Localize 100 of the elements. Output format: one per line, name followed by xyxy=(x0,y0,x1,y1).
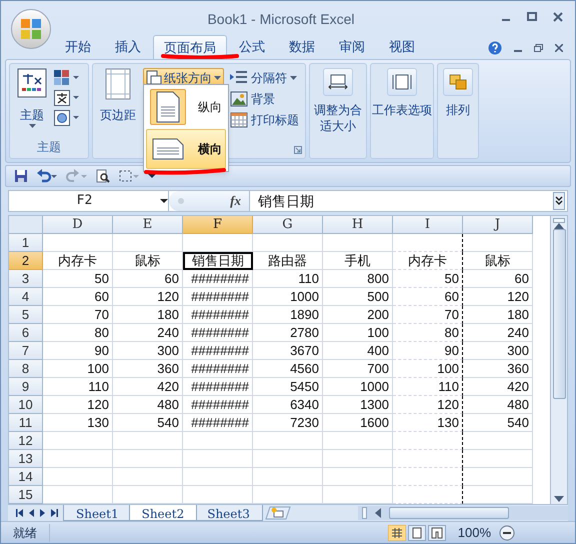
ribbon-tab[interactable]: 数据 xyxy=(277,35,327,59)
empty-cell xyxy=(323,234,393,252)
scroll-down-icon[interactable] xyxy=(554,496,564,502)
effects-icon[interactable] xyxy=(54,110,80,126)
window-title: Book1 - Microsoft Excel xyxy=(206,10,356,28)
row-header[interactable]: 8 xyxy=(9,360,43,378)
colors-icon[interactable] xyxy=(54,70,80,86)
row-header[interactable]: 13 xyxy=(9,450,43,468)
row-header[interactable]: 3 xyxy=(9,270,43,288)
page-break-view-icon[interactable] xyxy=(428,524,446,540)
table-cell: 540 xyxy=(113,414,183,432)
dropdown-icon[interactable] xyxy=(160,198,168,204)
row-header[interactable]: 6 xyxy=(9,324,43,342)
ribbon-button[interactable]: 背景 xyxy=(228,89,301,109)
ribbon-button[interactable]: 工作表选项 xyxy=(372,68,432,118)
table-cell: 70 xyxy=(43,306,113,324)
zoom-out-icon[interactable] xyxy=(499,524,515,540)
column-header[interactable]: F xyxy=(183,216,253,234)
row-header[interactable]: 10 xyxy=(9,396,43,414)
table-cell: 120 xyxy=(43,396,113,414)
ribbon-tab[interactable]: 插入 xyxy=(103,35,153,59)
column-header[interactable]: E xyxy=(113,216,183,234)
sheet-tab[interactable]: Sheet3 xyxy=(194,505,263,521)
dropdown-arrow-icon xyxy=(290,76,297,80)
ribbon-tab[interactable]: 开始 xyxy=(53,35,103,59)
table-cell: 7230 xyxy=(253,414,323,432)
table-cell: 180 xyxy=(113,306,183,324)
normal-view-icon[interactable] xyxy=(388,524,406,540)
ribbon-button[interactable]: 分隔符 xyxy=(228,68,301,88)
scroll-thumb[interactable] xyxy=(552,229,566,399)
first-sheet-icon[interactable] xyxy=(16,509,23,517)
empty-cell xyxy=(463,468,533,486)
table-cell: 6340 xyxy=(253,396,323,414)
ribbon-button[interactable]: 打印标题 xyxy=(228,110,301,130)
dialog-launcher-icon[interactable] xyxy=(294,146,302,154)
next-sheet-icon[interactable] xyxy=(40,509,45,517)
column-header[interactable]: H xyxy=(323,216,393,234)
selection-icon[interactable] xyxy=(118,169,140,183)
help-icon[interactable] xyxy=(488,41,502,55)
table-cell: 540 xyxy=(463,414,533,432)
scroll-thumb[interactable] xyxy=(389,507,509,519)
empty-cell xyxy=(463,432,533,450)
column-header[interactable]: J xyxy=(463,216,533,234)
office-button[interactable] xyxy=(11,9,51,49)
undo-icon[interactable] xyxy=(36,169,58,183)
column-header[interactable]: D xyxy=(43,216,113,234)
image-icon xyxy=(230,91,248,107)
save-icon[interactable] xyxy=(14,169,28,183)
close-icon[interactable] xyxy=(555,44,563,52)
restore-icon[interactable] xyxy=(534,44,543,52)
table-cell: 480 xyxy=(113,396,183,414)
row-header[interactable]: 1 xyxy=(9,234,43,252)
margins-button[interactable]: 页边距 xyxy=(97,68,139,151)
page-layout-view-icon[interactable] xyxy=(408,524,426,540)
table-cell: 80 xyxy=(393,324,463,342)
table-cell: 内存卡 xyxy=(43,252,113,270)
row-header[interactable]: 7 xyxy=(9,342,43,360)
fx-label[interactable]: fx xyxy=(230,191,241,211)
row-header[interactable]: 12 xyxy=(9,432,43,450)
row-header[interactable]: 5 xyxy=(9,306,43,324)
row-header[interactable]: 15 xyxy=(9,486,43,504)
insert-sheet-icon[interactable] xyxy=(264,506,291,520)
scroll-left-icon[interactable] xyxy=(375,508,381,518)
ribbon-button[interactable]: 调整为合适大小 xyxy=(310,68,366,134)
empty-cell xyxy=(113,468,183,486)
table-cell: 50 xyxy=(393,270,463,288)
zoom-level[interactable]: 100% xyxy=(458,522,491,542)
table-cell: 420 xyxy=(463,378,533,396)
menu-item[interactable]: 横向 xyxy=(146,129,226,169)
split-handle-icon[interactable] xyxy=(553,218,565,223)
themes-button[interactable]: 主题 xyxy=(14,68,50,138)
row-header[interactable]: 11 xyxy=(9,414,43,432)
ribbon-tab[interactable]: 审阅 xyxy=(327,35,377,59)
column-header[interactable]: I xyxy=(393,216,463,234)
active-cell[interactable]: 销售日期 xyxy=(183,252,253,270)
column-header[interactable]: G xyxy=(253,216,323,234)
fonts-icon[interactable] xyxy=(54,90,80,106)
sheet-tab[interactable]: Sheet1 xyxy=(63,505,132,521)
print-preview-icon[interactable] xyxy=(96,169,110,183)
vertical-scrollbar[interactable] xyxy=(550,216,567,504)
row-header[interactable]: 14 xyxy=(9,468,43,486)
ribbon-tab[interactable]: 视图 xyxy=(377,35,427,59)
last-sheet-icon[interactable] xyxy=(51,509,58,517)
split-handle-icon[interactable] xyxy=(362,507,367,519)
sheet-tab[interactable]: Sheet2 xyxy=(128,505,198,521)
horizontal-scrollbar[interactable] xyxy=(358,506,568,520)
ribbon-tab[interactable]: 公式 xyxy=(227,35,277,59)
row-header[interactable]: 2 xyxy=(9,252,43,270)
row-header[interactable]: 4 xyxy=(9,288,43,306)
table-cell: 内存卡 xyxy=(393,252,463,270)
close-icon[interactable] xyxy=(553,12,563,22)
maximize-icon[interactable] xyxy=(527,12,537,22)
name-box[interactable]: F2 xyxy=(9,191,160,211)
empty-cell xyxy=(393,450,463,468)
menu-item[interactable]: 纵向 xyxy=(146,87,226,127)
empty-cell xyxy=(323,468,393,486)
expand-icon[interactable] xyxy=(553,192,565,210)
table-cell: 130 xyxy=(43,414,113,432)
previous-sheet-icon[interactable] xyxy=(29,509,34,517)
row-header[interactable]: 9 xyxy=(9,378,43,396)
